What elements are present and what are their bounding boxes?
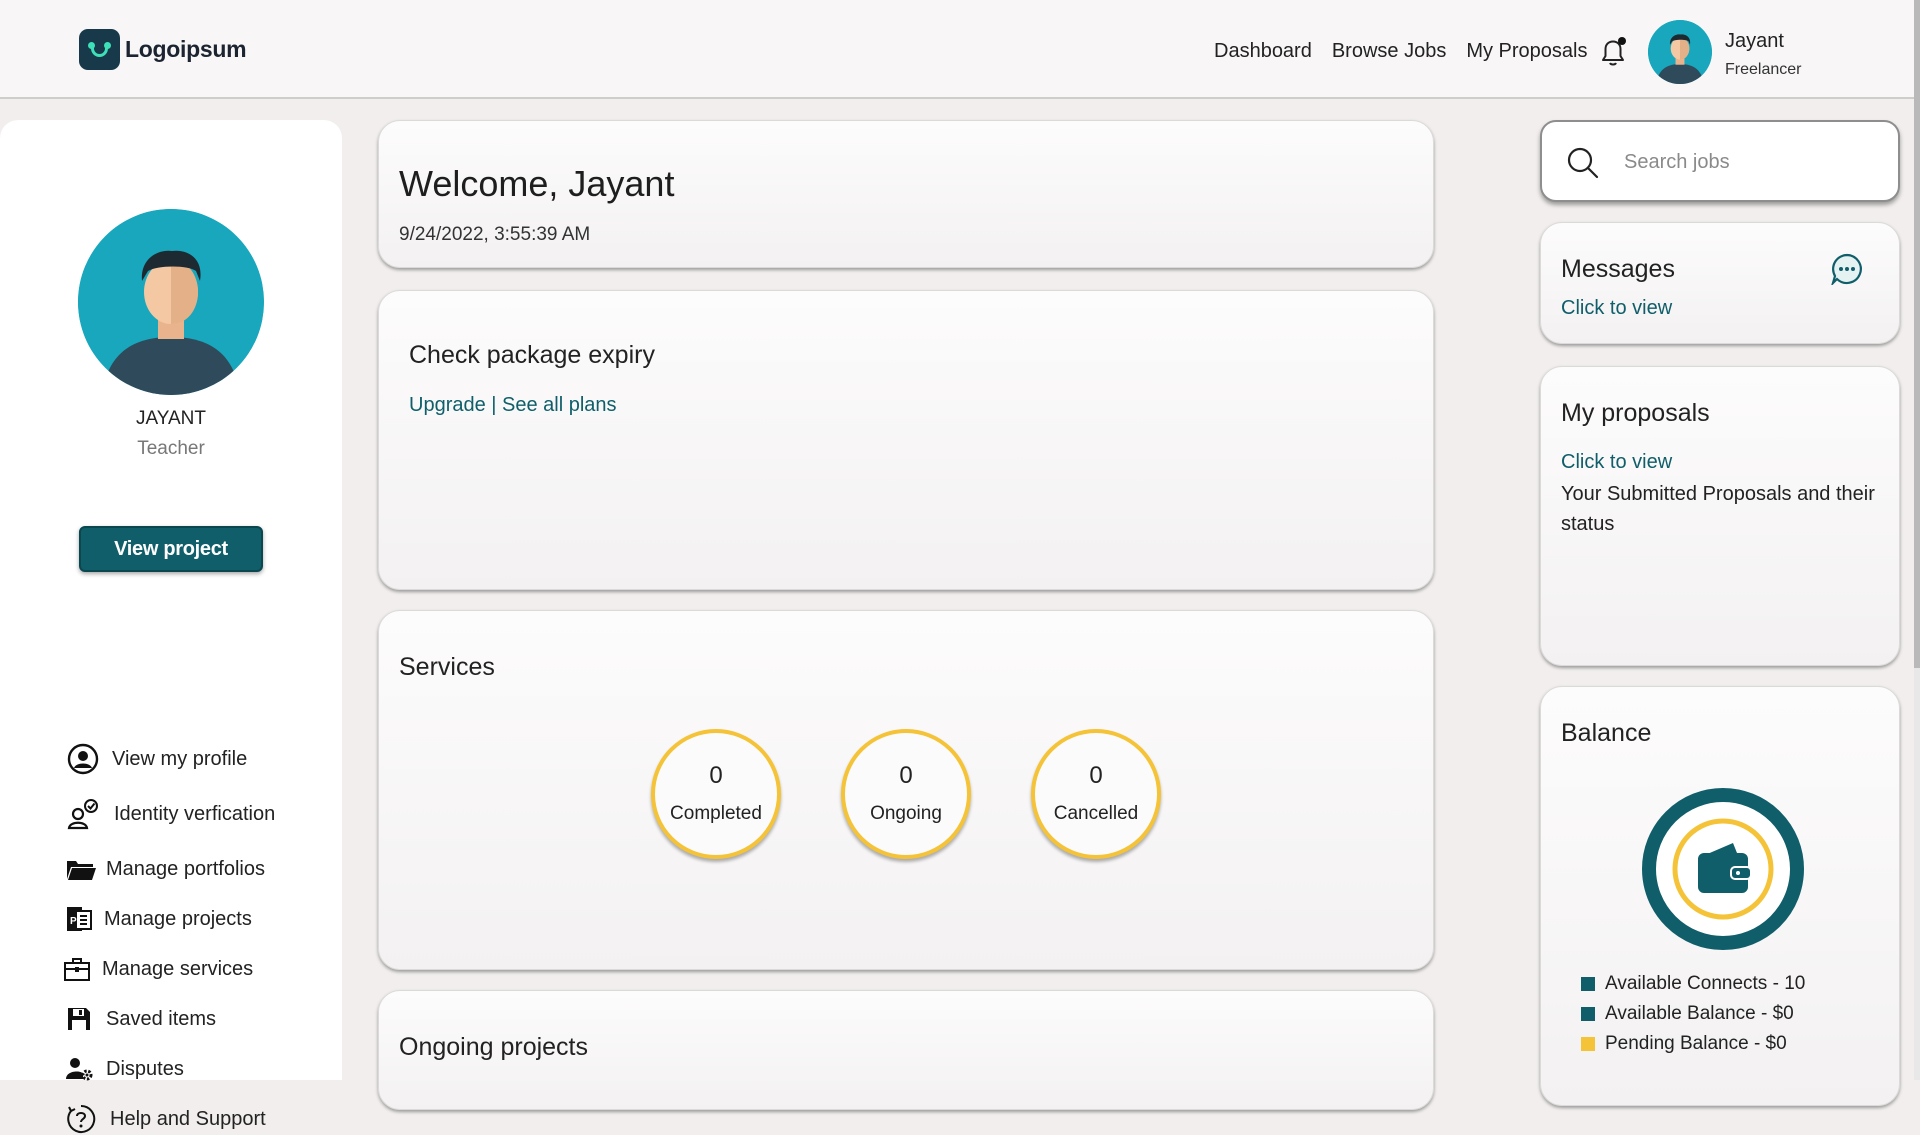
search-icon[interactable] <box>1566 146 1600 180</box>
stat-label: Cancelled <box>1053 803 1139 824</box>
profile-sidebar: JAYANT Teacher View project View my prof… <box>0 120 342 1133</box>
stat-cancelled[interactable]: 0 Cancelled <box>1031 729 1161 859</box>
top-navbar: Logoipsum Dashboard Browse Jobs My Propo… <box>0 0 1920 99</box>
welcome-timestamp: 9/24/2022, 3:55:39 AM <box>399 224 591 245</box>
menu-item-manage-projects[interactable]: P Manage projects <box>62 903 252 935</box>
stat-label: Completed <box>670 803 762 824</box>
user-gear-icon <box>62 1053 96 1085</box>
search-box <box>1540 120 1900 202</box>
folder-icon <box>64 853 98 885</box>
profile-role: Teacher <box>137 438 205 459</box>
search-input[interactable] <box>1624 144 1874 180</box>
services-title: Services <box>399 653 495 681</box>
services-card: Services 0 Completed 0 Ongoing 0 Cancell… <box>378 610 1434 970</box>
menu-item-saved-items[interactable]: Saved items <box>62 1003 216 1035</box>
welcome-card: Welcome, Jayant 9/24/2022, 3:55:39 AM <box>378 120 1434 268</box>
logo[interactable]: Logoipsum <box>79 29 247 70</box>
menu-item-label: Help and Support <box>110 1107 266 1130</box>
balance-card: Balance Available Connects - 10 Availabl… <box>1540 686 1900 1106</box>
proposals-description: Your Submitted Proposals and their statu… <box>1561 483 1875 535</box>
package-links: Upgrade | See all plans <box>409 394 617 417</box>
legend-label: Available Connects - 10 <box>1605 973 1806 994</box>
stat-value: 0 <box>899 762 913 789</box>
menu-item-label: Disputes <box>106 1057 184 1080</box>
ongoing-projects-card: Ongoing projects <box>378 990 1434 1110</box>
menu-item-identity-verification[interactable]: Identity verfication <box>66 798 275 830</box>
menu-item-label: Identity verfication <box>114 802 276 825</box>
welcome-title: Welcome, Jayant <box>399 163 675 204</box>
menu-item-manage-portfolios[interactable]: Manage portfolios <box>64 853 265 885</box>
package-expiry-title: Check package expiry <box>409 341 655 369</box>
main-nav: Dashboard Browse Jobs My Proposals <box>1214 40 1608 63</box>
profile-name: JAYANT <box>135 408 207 429</box>
nav-my-proposals[interactable]: My Proposals <box>1466 40 1587 63</box>
save-icon <box>62 1003 96 1035</box>
balance-title: Balance <box>1561 719 1652 747</box>
view-project-button[interactable]: View project <box>79 526 263 572</box>
menu-item-help-support[interactable]: Help and Support <box>64 1103 266 1135</box>
nav-dashboard[interactable]: Dashboard <box>1214 40 1312 63</box>
legend-swatch <box>1581 1007 1595 1021</box>
stat-label: Ongoing <box>870 803 942 824</box>
see-all-plans-link[interactable]: See all plans <box>502 394 617 416</box>
wallet-icon <box>1642 788 1804 950</box>
package-expiry-card: Check package expiry Upgrade | See all p… <box>378 290 1434 590</box>
ongoing-projects-title: Ongoing projects <box>399 1033 589 1061</box>
menu-item-view-profile[interactable]: View my profile <box>66 743 247 775</box>
logo-text: Logoipsum <box>125 36 247 62</box>
stat-ongoing[interactable]: 0 Ongoing <box>841 729 971 859</box>
menu-item-disputes[interactable]: Disputes <box>62 1053 184 1085</box>
profile-avatar <box>78 209 264 395</box>
legend-swatch <box>1581 1037 1595 1051</box>
proposals-title: My proposals <box>1561 399 1710 427</box>
menu-item-label: Saved items <box>106 1007 217 1030</box>
my-proposals-card: My proposals Click to view Your Submitte… <box>1540 366 1900 666</box>
scrollbar-thumb[interactable] <box>1914 0 1920 668</box>
stat-value: 0 <box>1089 762 1103 789</box>
header-user[interactable]: Jayant Freelancer <box>1725 30 1801 79</box>
menu-item-label: Manage services <box>102 957 254 980</box>
chat-bubble-icon[interactable] <box>1831 253 1863 285</box>
legend-label: Available Balance - $0 <box>1605 1003 1794 1024</box>
user-circle-icon <box>66 743 100 775</box>
menu-item-label: View my profile <box>112 747 248 770</box>
stat-completed[interactable]: 0 Completed <box>651 729 781 859</box>
messages-view-link[interactable]: Click to view <box>1561 297 1672 320</box>
legend-available-balance: Available Balance - $0 <box>1581 999 1805 1029</box>
proposals-view-link[interactable]: Click to view <box>1561 451 1672 474</box>
menu-item-label: Manage projects <box>104 907 252 930</box>
legend-pending-balance: Pending Balance - $0 <box>1581 1029 1805 1059</box>
menu-item-label: Manage portfolios <box>106 857 265 880</box>
legend-label: Pending Balance - $0 <box>1605 1033 1787 1054</box>
projects-icon: P <box>62 903 96 935</box>
svg-text:P: P <box>70 916 77 927</box>
messages-title: Messages <box>1561 255 1675 283</box>
link-separator: | <box>485 394 503 416</box>
header-avatar[interactable] <box>1648 20 1712 84</box>
header-user-role: Freelancer <box>1725 61 1802 78</box>
logo-mark-icon <box>79 29 120 70</box>
identity-check-icon <box>66 798 100 830</box>
notification-bell-icon[interactable] <box>1598 36 1628 68</box>
legend-available-connects: Available Connects - 10 <box>1581 969 1805 999</box>
nav-browse-jobs[interactable]: Browse Jobs <box>1332 40 1447 63</box>
help-icon <box>64 1103 98 1135</box>
balance-legend: Available Connects - 10 Available Balanc… <box>1581 969 1805 1059</box>
briefcase-icon <box>60 953 94 985</box>
upgrade-link[interactable]: Upgrade <box>409 394 486 416</box>
menu-item-manage-services[interactable]: Manage services <box>60 953 253 985</box>
legend-swatch <box>1581 977 1595 991</box>
header-user-name: Jayant <box>1725 30 1784 52</box>
stat-value: 0 <box>709 762 723 789</box>
messages-card: Messages Click to view <box>1540 222 1900 344</box>
